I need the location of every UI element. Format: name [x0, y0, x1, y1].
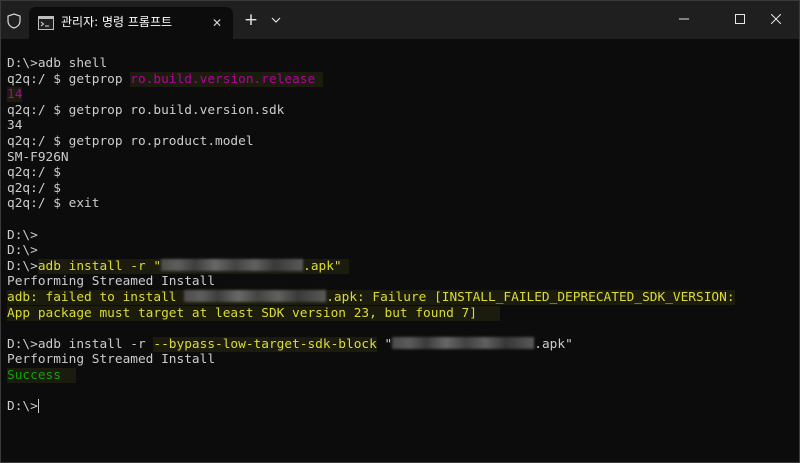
terminal-line: 14 — [7, 87, 797, 103]
maximize-icon — [735, 14, 745, 24]
file-extension: .apk" — [303, 258, 342, 274]
text-cursor — [37, 399, 39, 414]
tab-title: 관리자: 명령 프롬프트 — [61, 15, 173, 29]
highlighted-argument: ro.build.version.release — [130, 71, 316, 87]
terminal-line: q2q:/ $ getprop ro.build.version.sdk — [7, 102, 285, 118]
minimize-icon — [679, 18, 689, 20]
new-tab-button[interactable]: + — [241, 10, 261, 30]
tab-close-icon[interactable]: ✕ — [209, 15, 225, 31]
prompt-text: q2q:/ $ getprop — [7, 71, 131, 87]
terminal-line: D:\>adb install -r --bypass-low-target-s… — [7, 336, 797, 353]
terminal-line: q2q:/ $ — [7, 165, 61, 181]
redacted-filename — [392, 336, 535, 349]
terminal-output[interactable]: D:\>adb shell q2q:/ $ getprop ro.build.v… — [7, 56, 797, 456]
terminal-line: q2q:/ $ getprop ro.build.version.release — [7, 71, 797, 88]
command-text: adb install -r " — [37, 258, 162, 274]
success-message: Success — [7, 367, 61, 383]
terminal-line: 34 — [7, 118, 23, 134]
file-extension: .apk" — [534, 336, 573, 352]
terminal-line: D:\> — [7, 399, 797, 415]
terminal-line: D:\> — [7, 227, 38, 243]
close-icon — [771, 14, 781, 24]
tab-command-prompt[interactable]: 관리자: 명령 프롬프트 ✕ — [29, 7, 233, 39]
highlight-pad — [315, 71, 323, 87]
title-bar: 관리자: 명령 프롬프트 ✕ + — [1, 1, 799, 39]
minimize-button[interactable] — [661, 1, 707, 39]
error-text: App package must target at least SDK ver… — [7, 305, 477, 321]
terminal-line: D:\> — [7, 243, 38, 259]
terminal-line: Performing Streamed Install — [7, 352, 216, 368]
quote-text: " — [376, 336, 393, 352]
terminal-line: App package must target at least SDK ver… — [7, 305, 797, 322]
terminal-line: Performing Streamed Install — [7, 274, 216, 290]
terminal-line: q2q:/ $ getprop ro.product.model — [7, 133, 254, 149]
error-message: App package must target at least SDK ver… — [7, 305, 501, 321]
error-text: .apk: Failure [INSTALL_FAILED_DEPRECATED… — [326, 289, 735, 305]
bypass-flag: --bypass-low-target-sdk-block — [153, 336, 377, 352]
prompt-text: D:\>adb install -r — [7, 336, 154, 352]
profile-dropdown-button[interactable] — [267, 10, 285, 30]
terminal-line: q2q:/ $ — [7, 180, 61, 196]
install-command: adb install -r " .apk" — [37, 258, 350, 274]
terminal-line: q2q:/ $ exit — [7, 196, 100, 212]
terminal-window: 관리자: 명령 프롬프트 ✕ + D:\>adb shell q2q:/ $ g… — [0, 0, 800, 463]
redacted-filename — [184, 289, 327, 302]
shield-icon — [7, 13, 21, 29]
prompt-text: D:\> — [7, 258, 38, 274]
terminal-line: SM-F926N — [7, 149, 69, 165]
chevron-down-icon — [271, 17, 281, 23]
terminal-line: D:\>adb install -r " .apk" — [7, 258, 797, 275]
prompt-text: D:\> — [7, 399, 38, 415]
terminal-line: adb: failed to install .apk: Failure [IN… — [7, 289, 797, 306]
close-window-button[interactable] — [753, 1, 799, 39]
highlighted-output: 14 — [7, 87, 23, 103]
terminal-line: D:\>adb shell — [7, 56, 108, 71]
highlight-pad — [60, 367, 77, 383]
command-prompt-icon — [38, 16, 54, 30]
error-message: adb: failed to install .apk: Failure [IN… — [7, 289, 735, 305]
error-text: adb: failed to install — [7, 289, 185, 305]
terminal-line: Success — [7, 367, 797, 384]
redacted-filename — [161, 258, 304, 271]
